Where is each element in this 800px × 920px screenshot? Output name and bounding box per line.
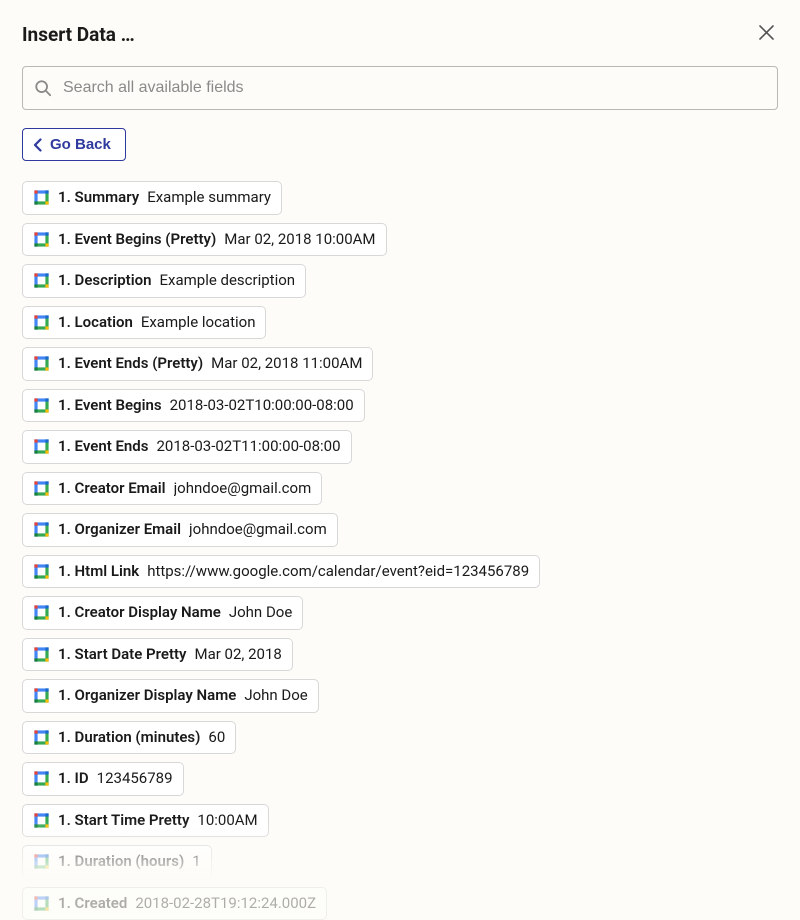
field-label: 1. Start Time Pretty [58, 811, 189, 831]
field-item[interactable]: 1. Description Example description [22, 264, 306, 298]
field-value: John Doe [244, 686, 307, 706]
modal-header: Insert Data … [22, 20, 778, 48]
field-item[interactable]: 1. Creator Display Name John Doe [22, 596, 303, 630]
field-item[interactable]: 1. Start Time Pretty 10:00AM [22, 804, 269, 838]
field-value: 2018-03-02T10:00:00-08:00 [170, 396, 354, 416]
field-label: 1. Event Ends (Pretty) [58, 354, 203, 374]
google-calendar-icon [33, 355, 50, 372]
google-calendar-icon [33, 480, 50, 497]
field-value: Mar 02, 2018 11:00AM [211, 354, 362, 374]
google-calendar-icon [33, 314, 50, 331]
field-item[interactable]: 1. Location Example location [22, 306, 266, 340]
field-item[interactable]: 1. Event Ends 2018-03-02T11:00:00-08:00 [22, 430, 352, 464]
field-item[interactable]: 1. Start Date Pretty Mar 02, 2018 [22, 638, 293, 672]
field-value: Example summary [147, 188, 271, 208]
field-label: 1. Duration (minutes) [58, 728, 200, 748]
field-value: 123456789 [97, 769, 173, 789]
field-label: 1. Organizer Email [58, 520, 181, 540]
field-value: 2018-02-28T19:12:24.000Z [135, 894, 316, 914]
search-container [22, 66, 778, 110]
field-label: 1. Start Date Pretty [58, 645, 187, 665]
field-item[interactable]: 1. Html Link https://www.google.com/calen… [22, 555, 540, 589]
field-value: John Doe [229, 603, 292, 623]
field-value: johndoe@gmail.com [189, 520, 327, 540]
google-calendar-icon [33, 770, 50, 787]
field-value: https://www.google.com/calendar/event?ei… [147, 562, 529, 582]
field-label: 1. Duration (hours) [58, 852, 184, 872]
field-label: 1. Created [58, 894, 127, 914]
google-calendar-icon [33, 729, 50, 746]
field-item[interactable]: 1. Event Ends (Pretty) Mar 02, 2018 11:00… [22, 347, 373, 381]
field-label: 1. Organizer Display Name [58, 686, 236, 706]
field-label: 1. Event Begins (Pretty) [58, 230, 216, 250]
google-calendar-icon [33, 604, 50, 621]
field-value: 10:00AM [197, 811, 257, 831]
go-back-button[interactable]: Go Back [22, 128, 126, 161]
google-calendar-icon [33, 521, 50, 538]
field-label: 1. Summary [58, 188, 139, 208]
modal-title: Insert Data … [22, 23, 135, 46]
google-calendar-icon [33, 397, 50, 414]
field-value: 1 [192, 852, 200, 872]
field-item[interactable]: 1. Summary Example summary [22, 181, 282, 215]
field-item[interactable]: 1. Duration (minutes) 60 [22, 721, 236, 755]
google-calendar-icon [33, 231, 50, 248]
google-calendar-icon [33, 272, 50, 289]
close-icon [759, 23, 774, 45]
field-item[interactable]: 1. Creator Email johndoe@gmail.com [22, 472, 322, 506]
field-item[interactable]: 1. Organizer Display Name John Doe [22, 679, 319, 713]
field-value: 60 [208, 728, 225, 748]
field-label: 1. Creator Display Name [58, 603, 221, 623]
field-label: 1. Html Link [58, 562, 139, 582]
field-value: johndoe@gmail.com [174, 479, 312, 499]
google-calendar-icon [33, 853, 50, 870]
go-back-label: Go Back [50, 136, 111, 153]
field-label: 1. ID [58, 769, 89, 789]
search-input[interactable] [22, 66, 778, 110]
field-item[interactable]: 1. ID 123456789 [22, 762, 184, 796]
close-button[interactable] [755, 20, 778, 48]
google-calendar-icon [33, 646, 50, 663]
field-item[interactable]: 1. Duration (hours) 1 [22, 845, 212, 879]
google-calendar-icon [33, 812, 50, 829]
field-item[interactable]: 1. Event Begins 2018-03-02T10:00:00-08:00 [22, 389, 365, 423]
google-calendar-icon [33, 189, 50, 206]
field-value: Mar 02, 2018 10:00AM [224, 230, 375, 250]
google-calendar-icon [33, 895, 50, 912]
field-value: 2018-03-02T11:00:00-08:00 [156, 437, 340, 457]
field-value: Example description [159, 271, 295, 291]
google-calendar-icon [33, 438, 50, 455]
field-item[interactable]: 1. Organizer Email johndoe@gmail.com [22, 513, 338, 547]
search-icon [34, 79, 52, 97]
field-label: 1. Event Ends [58, 437, 148, 457]
field-item[interactable]: 1. Created 2018-02-28T19:12:24.000Z [22, 887, 327, 920]
field-item[interactable]: 1. Event Begins (Pretty) Mar 02, 2018 10:… [22, 223, 387, 257]
field-value: Example location [141, 313, 256, 333]
field-label: 1. Event Begins [58, 396, 162, 416]
google-calendar-icon [33, 563, 50, 580]
google-calendar-icon [33, 687, 50, 704]
field-label: 1. Description [58, 271, 151, 291]
field-label: 1. Creator Email [58, 479, 166, 499]
chevron-left-icon [33, 138, 42, 152]
insert-data-modal: Insert Data … Go Back 1. Summary Example … [0, 0, 800, 881]
field-list: 1. Summary Example summary 1. Event Begins… [22, 181, 778, 920]
field-label: 1. Location [58, 313, 133, 333]
field-value: Mar 02, 2018 [195, 645, 282, 665]
